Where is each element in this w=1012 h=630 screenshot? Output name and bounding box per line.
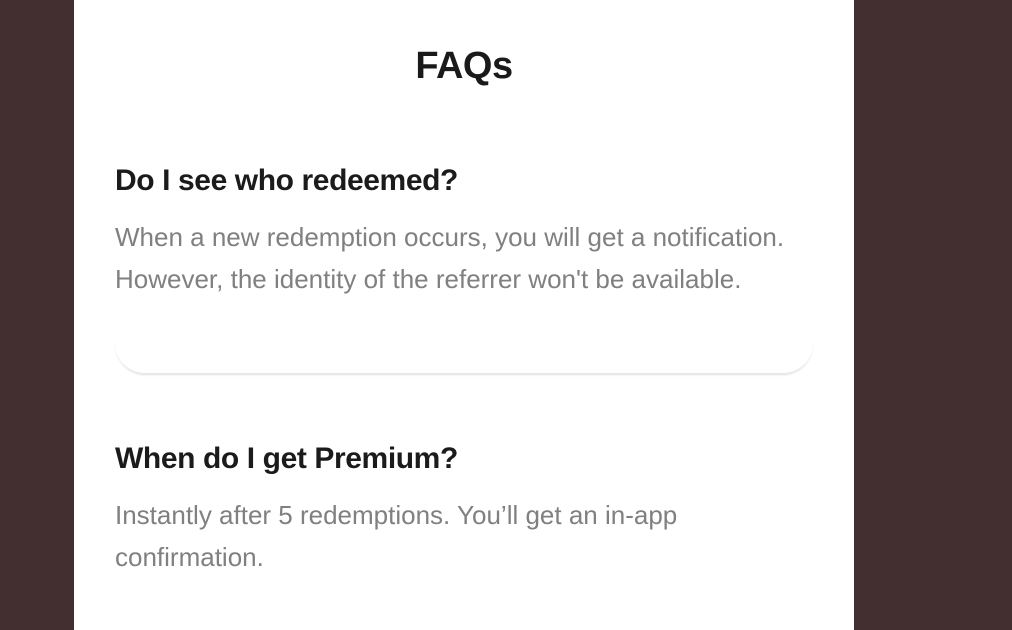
- faq-answer: Instantly after 5 redemptions. You’ll ge…: [115, 500, 678, 572]
- faq-question: When do I get Premium?: [115, 442, 458, 475]
- faq-answer: When a new redemption occurs, you will g…: [115, 222, 785, 294]
- faq-item-premium: When do I get Premium? Instantly after 5…: [115, 438, 813, 578]
- faq-item-redeemed: Do I see who redeemed? When a new redemp…: [115, 160, 813, 374]
- page-title: FAQs: [415, 45, 513, 87]
- faq-panel: FAQs Do I see who redeemed? When a new r…: [74, 0, 854, 630]
- faq-question: Do I see who redeemed?: [115, 164, 458, 197]
